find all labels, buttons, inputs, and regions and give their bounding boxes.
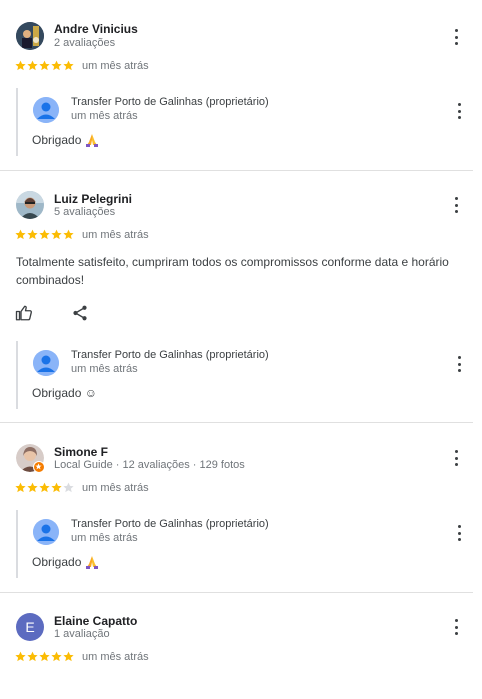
owner-name: Transfer Porto de Galinhas (proprietário… bbox=[71, 518, 269, 530]
review-menu-button[interactable] bbox=[450, 28, 462, 46]
owner-avatar bbox=[33, 519, 59, 545]
review-divider bbox=[0, 592, 473, 593]
star-icon bbox=[51, 482, 62, 493]
review-date: um mês atrás bbox=[82, 60, 149, 72]
kebab-menu-icon bbox=[454, 450, 458, 453]
review-menu-button[interactable] bbox=[450, 449, 462, 467]
reviewer-name[interactable]: Andre Vinicius bbox=[54, 22, 138, 36]
reply-text: Obrigado bbox=[32, 133, 82, 147]
star-icon bbox=[63, 651, 74, 662]
review-menu-button[interactable] bbox=[450, 196, 462, 214]
reviewer-review-count[interactable]: 2 avaliações bbox=[54, 37, 115, 49]
reviewer-avatar[interactable] bbox=[16, 444, 45, 473]
reviewer-review-count[interactable]: 1 avaliação bbox=[54, 628, 110, 640]
local-guide-badge-icon bbox=[33, 461, 45, 473]
reviewer-avatar[interactable] bbox=[16, 22, 44, 50]
reply-text-row: Obrigado bbox=[32, 133, 99, 147]
star-icon bbox=[39, 651, 50, 662]
share-button[interactable] bbox=[71, 304, 91, 324]
person-avatar-icon bbox=[33, 350, 59, 376]
owner-reply: Transfer Porto de Galinhas (proprietário… bbox=[16, 341, 466, 409]
star-icon bbox=[39, 60, 50, 71]
review-text: Totalmente satisfeito, cumpriram todos o… bbox=[16, 255, 449, 287]
praying-hands-icon bbox=[86, 134, 99, 147]
star-icon bbox=[63, 482, 74, 493]
kebab-menu-icon bbox=[457, 525, 461, 528]
reviewer-name[interactable]: Luiz Pelegrini bbox=[54, 192, 132, 206]
reviewer-review-count[interactable]: 5 avaliações bbox=[54, 206, 115, 218]
review-date: um mês atrás bbox=[82, 651, 149, 663]
star-icon bbox=[15, 482, 26, 493]
reply-text: Obrigado bbox=[32, 555, 82, 569]
review-divider bbox=[0, 170, 473, 171]
person-avatar-icon bbox=[33, 97, 59, 123]
owner-avatar bbox=[33, 97, 59, 123]
reply-date: um mês atrás bbox=[71, 532, 138, 544]
review-date: um mês atrás bbox=[82, 229, 149, 241]
reviewer-review-count[interactable]: Local Guide · 12 avaliações · 129 fotos bbox=[54, 459, 245, 471]
owner-avatar bbox=[33, 350, 59, 376]
reply-menu-button[interactable] bbox=[453, 355, 465, 373]
like-button[interactable] bbox=[15, 304, 35, 324]
review-date: um mês atrás bbox=[82, 482, 149, 494]
owner-reply: Transfer Porto de Galinhas (proprietário… bbox=[16, 510, 466, 578]
reviewer-avatar[interactable] bbox=[16, 191, 44, 219]
star-icon bbox=[51, 229, 62, 240]
review-divider bbox=[0, 422, 473, 423]
star-icon bbox=[27, 229, 38, 240]
star-icon bbox=[27, 482, 38, 493]
star-rating bbox=[15, 651, 74, 663]
thumbs-up-icon bbox=[15, 305, 32, 321]
star-icon bbox=[39, 482, 50, 493]
kebab-menu-icon bbox=[454, 29, 458, 32]
reply-text-row: Obrigado ☺ bbox=[32, 386, 97, 400]
star-rating bbox=[15, 229, 74, 241]
star-rating bbox=[15, 60, 74, 72]
reply-date: um mês atrás bbox=[71, 363, 138, 375]
reply-text-row: Obrigado bbox=[32, 555, 99, 569]
praying-hands-icon bbox=[86, 556, 99, 569]
star-icon bbox=[39, 229, 50, 240]
share-icon bbox=[73, 305, 87, 321]
reply-menu-button[interactable] bbox=[453, 102, 465, 120]
star-icon bbox=[27, 60, 38, 71]
reviewer-name[interactable]: Elaine Capatto bbox=[54, 614, 137, 628]
star-icon bbox=[15, 651, 26, 662]
star-icon bbox=[51, 651, 62, 662]
star-icon bbox=[15, 229, 26, 240]
reviewer-name[interactable]: Simone F bbox=[54, 445, 108, 459]
kebab-menu-icon bbox=[454, 197, 458, 200]
kebab-menu-icon bbox=[457, 103, 461, 106]
star-icon bbox=[27, 651, 38, 662]
reviewer-avatar[interactable]: E bbox=[16, 613, 44, 641]
kebab-menu-icon bbox=[454, 619, 458, 622]
star-icon bbox=[63, 60, 74, 71]
person-avatar-icon bbox=[33, 519, 59, 545]
avatar-letter: E bbox=[25, 619, 35, 635]
star-rating bbox=[15, 482, 74, 494]
kebab-menu-icon bbox=[457, 356, 461, 359]
reply-menu-button[interactable] bbox=[453, 524, 465, 542]
owner-name: Transfer Porto de Galinhas (proprietário… bbox=[71, 96, 269, 108]
owner-name: Transfer Porto de Galinhas (proprietário… bbox=[71, 349, 269, 361]
reply-date: um mês atrás bbox=[71, 110, 138, 122]
reply-text: Obrigado ☺ bbox=[32, 386, 97, 400]
star-icon bbox=[51, 60, 62, 71]
star-icon bbox=[15, 60, 26, 71]
owner-reply: Transfer Porto de Galinhas (proprietário… bbox=[16, 88, 466, 156]
star-icon bbox=[63, 229, 74, 240]
review-menu-button[interactable] bbox=[450, 618, 462, 636]
